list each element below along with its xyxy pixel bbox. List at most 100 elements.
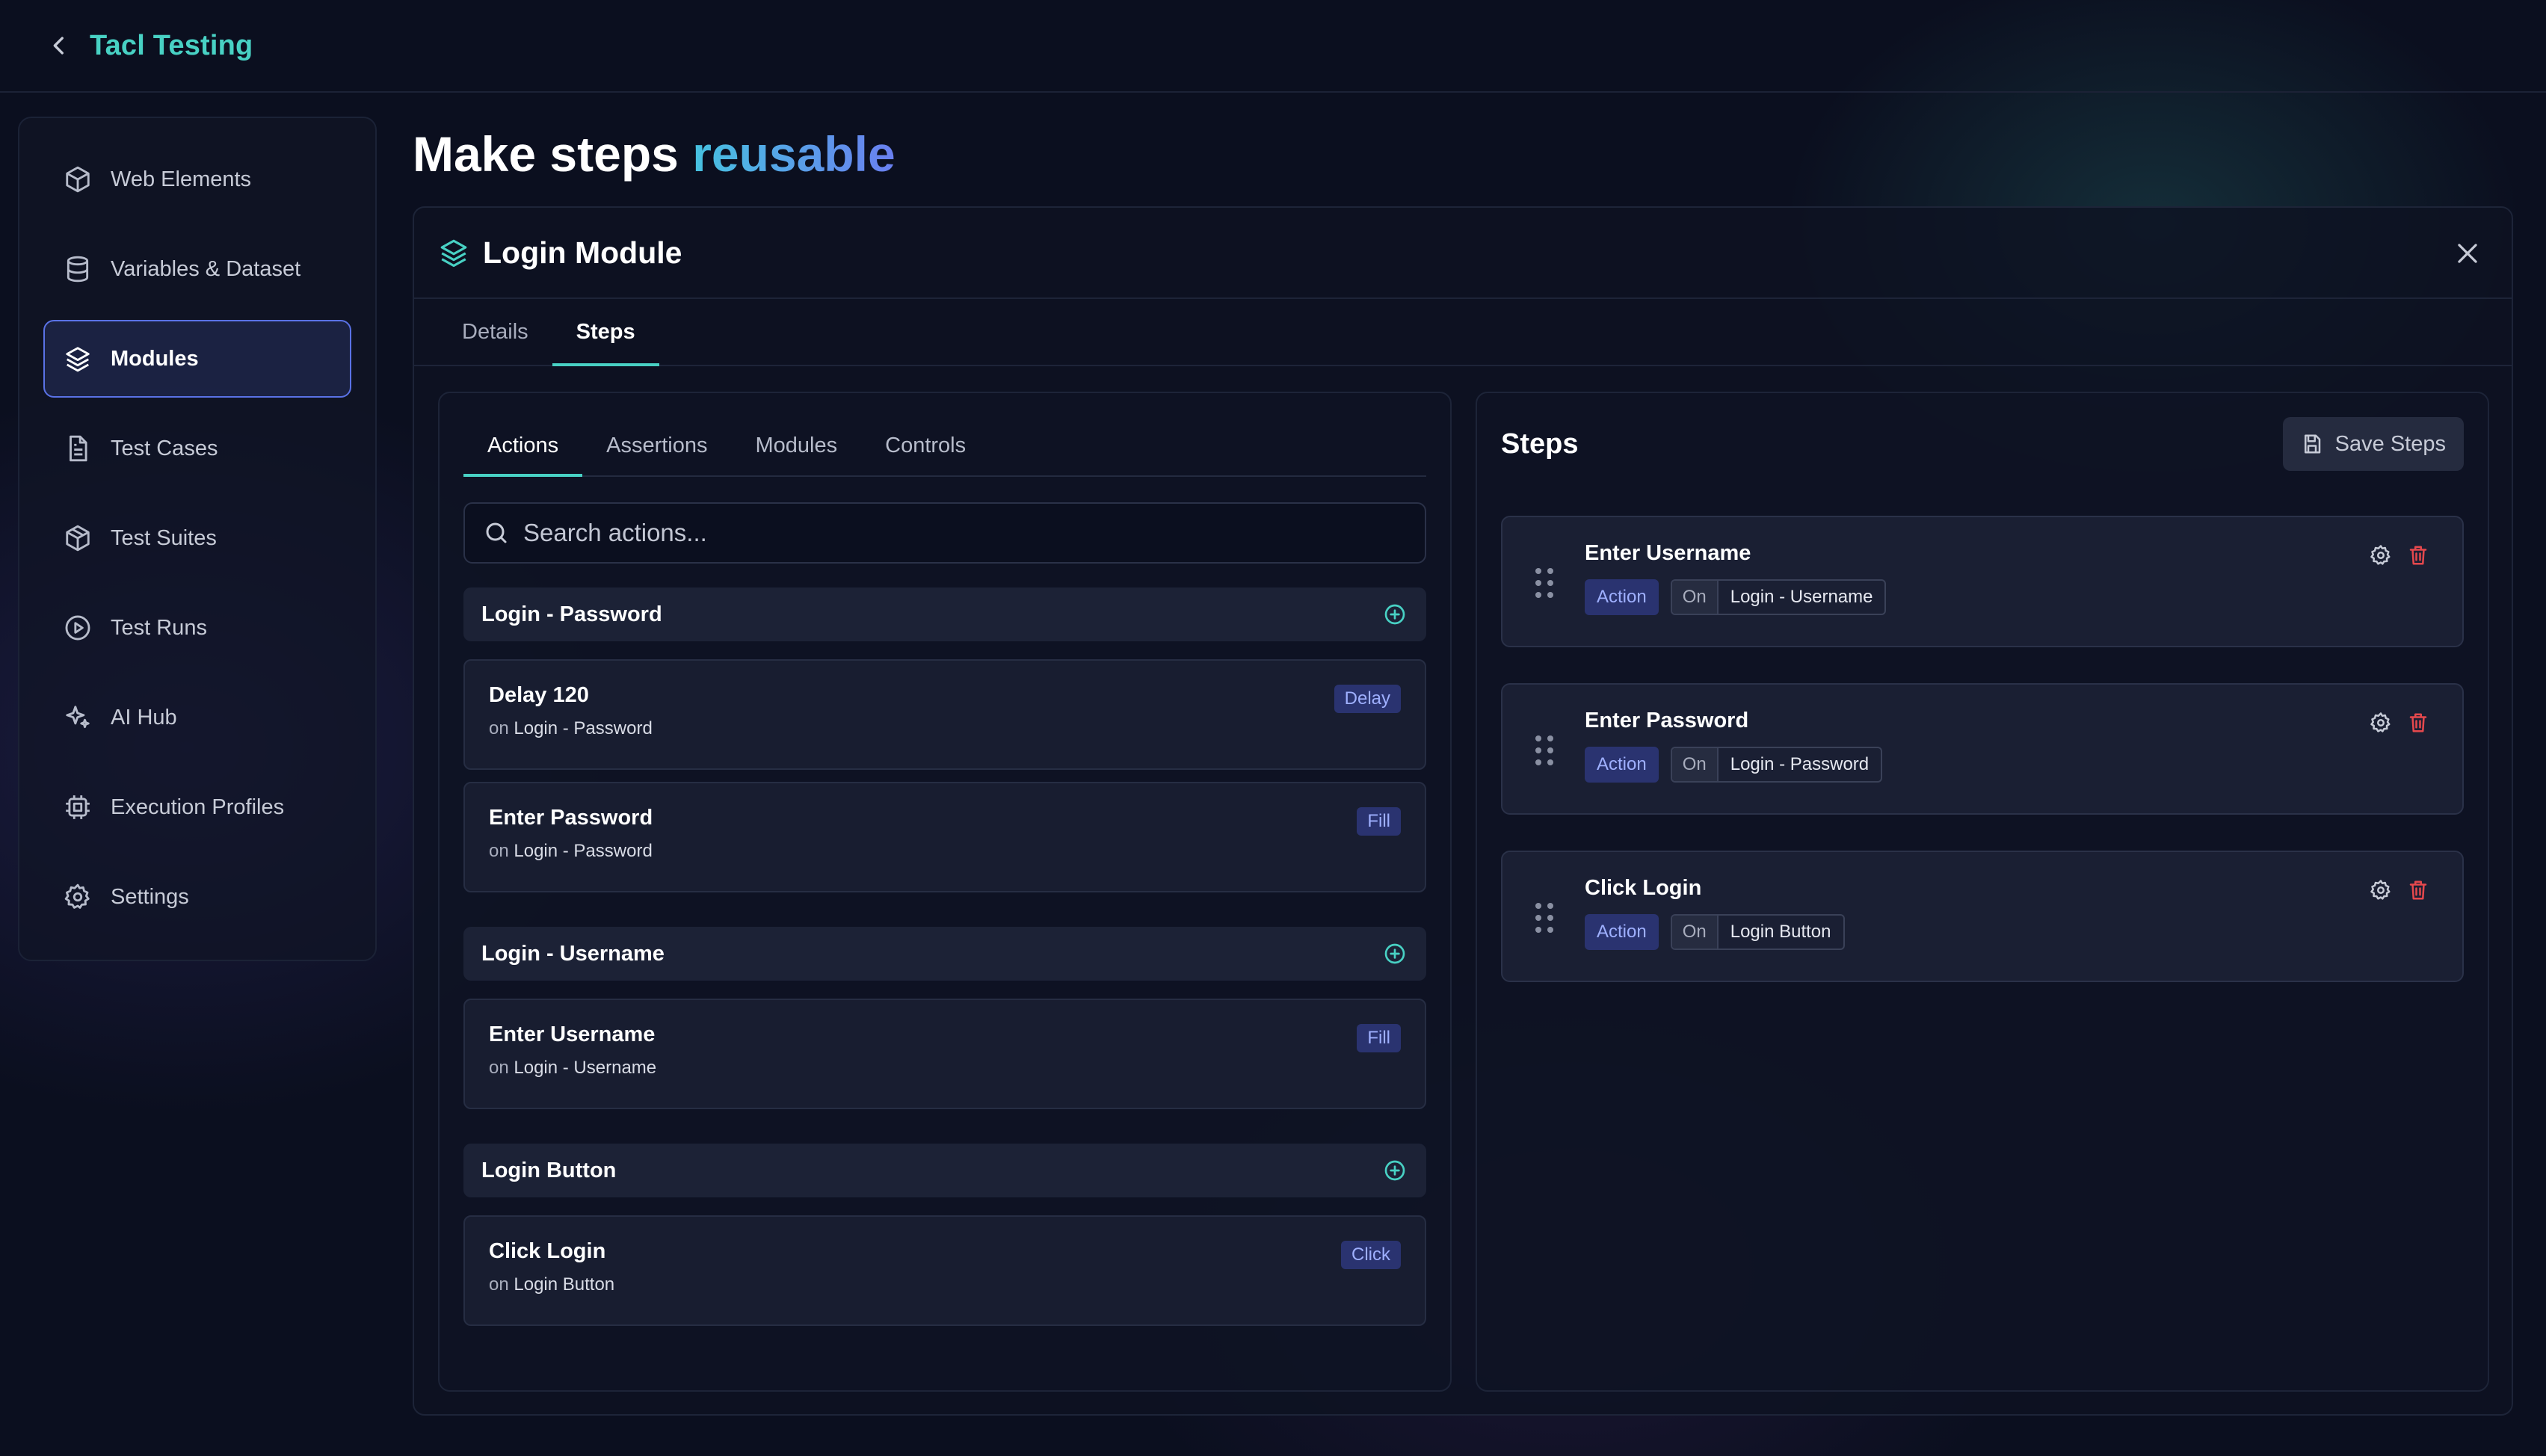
step-card[interactable]: Enter Username Action On Login - Usernam… <box>1501 516 2464 647</box>
sidebar: Web Elements Variables & Dataset Modules… <box>18 117 377 961</box>
action-group-header: Login Button <box>463 1144 1426 1197</box>
action-card[interactable]: Enter Username on Login - Username Fill <box>463 999 1426 1109</box>
action-name: Delay 120 <box>489 683 589 707</box>
sidebar-item-label: Modules <box>111 346 199 371</box>
trash-icon[interactable] <box>2407 544 2429 567</box>
action-target: on Login Button <box>489 1274 1401 1295</box>
action-group-title: Login - Username <box>481 941 665 966</box>
search-box <box>463 502 1426 564</box>
plus-circle-icon[interactable] <box>1383 1158 1408 1183</box>
action-name: Enter Username <box>489 1022 656 1046</box>
gear-icon[interactable] <box>2370 712 2392 734</box>
sparkles-icon <box>63 703 93 732</box>
layers-icon <box>63 344 93 374</box>
action-target-prefix: on <box>489 718 509 738</box>
package-icon <box>63 523 93 553</box>
step-target: Login - Username <box>1730 587 1873 607</box>
step-card[interactable]: Enter Password Action On Login - Passwor… <box>1501 683 2464 815</box>
step-target-pill: On Login - Password <box>1670 747 1883 783</box>
drag-handle-icon[interactable] <box>1534 901 1555 934</box>
step-actions <box>2370 879 2429 901</box>
steps-header: Steps Save Steps <box>1501 416 2464 472</box>
sidebar-item-variables-dataset[interactable]: Variables & Dataset <box>43 230 351 308</box>
action-group-title: Login - Password <box>481 602 662 626</box>
module-panel: Login Module Details Steps Actions Asser… <box>413 206 2513 1416</box>
plus-circle-icon[interactable] <box>1383 941 1408 966</box>
step-on-label: On <box>1671 581 1719 614</box>
sidebar-item-label: Web Elements <box>111 167 252 191</box>
action-type-badge: Fill <box>1357 807 1401 836</box>
sidebar-item-label: Test Cases <box>111 436 218 460</box>
action-name: Click Login <box>489 1239 606 1263</box>
plus-circle-icon[interactable] <box>1383 602 1408 627</box>
sidebar-item-label: Test Suites <box>111 525 217 550</box>
tab-details[interactable]: Details <box>438 299 552 365</box>
search-icon <box>483 519 511 547</box>
save-steps-button[interactable]: Save Steps <box>2282 417 2464 471</box>
action-group-header: Login - Password <box>463 587 1426 641</box>
module-panel-header: Login Module <box>414 208 2512 299</box>
sidebar-item-ai-hub[interactable]: AI Hub <box>43 679 351 756</box>
top-bar: Tacl Testing <box>0 0 2546 93</box>
action-target-prefix: on <box>489 1274 509 1295</box>
action-group-title: Login Button <box>481 1158 617 1182</box>
action-card[interactable]: Enter Password on Login - Password Fill <box>463 782 1426 892</box>
save-steps-label: Save Steps <box>2334 431 2446 456</box>
action-card[interactable]: Delay 120 on Login - Password Delay <box>463 659 1426 770</box>
trash-icon[interactable] <box>2407 712 2429 734</box>
step-kind-badge: Action <box>1585 914 1659 950</box>
app-title[interactable]: Tacl Testing <box>90 30 253 62</box>
tab-steps[interactable]: Steps <box>552 299 659 366</box>
page-title-main: Make steps <box>413 126 693 182</box>
drag-handle-icon[interactable] <box>1534 567 1555 599</box>
chevron-left-icon[interactable] <box>46 32 73 59</box>
step-target-pill: On Login Button <box>1670 914 1845 950</box>
module-title: Login Module <box>483 235 682 270</box>
drag-handle-icon[interactable] <box>1534 734 1555 767</box>
action-library: Actions Assertions Modules Controls Logi… <box>438 392 1452 1392</box>
tab-assertions[interactable]: Assertions <box>582 416 731 475</box>
sidebar-item-label: Variables & Dataset <box>111 256 301 281</box>
tab-actions[interactable]: Actions <box>463 416 583 477</box>
trash-icon[interactable] <box>2407 879 2429 901</box>
cube-icon <box>63 164 93 194</box>
action-target-name: Login Button <box>514 1274 615 1295</box>
step-card[interactable]: Click Login Action On Login Button <box>1501 851 2464 982</box>
action-library-tabs: Actions Assertions Modules Controls <box>463 416 1426 477</box>
sidebar-item-modules[interactable]: Modules <box>43 320 351 398</box>
sidebar-item-test-runs[interactable]: Test Runs <box>43 589 351 667</box>
step-kind-badge: Action <box>1585 747 1659 783</box>
step-on-label: On <box>1671 748 1719 781</box>
steps-panel: Steps Save Steps Enter Username Action O… <box>1476 392 2489 1392</box>
action-target-prefix: on <box>489 841 509 861</box>
module-tabs: Details Steps <box>414 299 2512 366</box>
file-text-icon <box>63 434 93 463</box>
gear-icon[interactable] <box>2370 544 2392 567</box>
sidebar-item-execution-profiles[interactable]: Execution Profiles <box>43 768 351 846</box>
action-target-name: Login - Password <box>514 841 653 861</box>
sidebar-item-label: AI Hub <box>111 705 177 729</box>
save-icon <box>2301 432 2325 456</box>
sidebar-item-test-suites[interactable]: Test Suites <box>43 499 351 577</box>
step-actions <box>2370 712 2429 734</box>
close-icon[interactable] <box>2453 239 2482 268</box>
sidebar-item-test-cases[interactable]: Test Cases <box>43 410 351 487</box>
action-type-badge: Fill <box>1357 1024 1401 1052</box>
step-meta: Action On Login Button <box>1585 914 2462 950</box>
page-title-accent: reusable <box>692 126 896 182</box>
step-target-pill: On Login - Username <box>1670 579 1887 615</box>
steps-title: Steps <box>1501 428 1579 460</box>
tab-modules[interactable]: Modules <box>732 416 862 475</box>
gear-icon[interactable] <box>2370 879 2392 901</box>
action-name: Enter Password <box>489 806 653 830</box>
gear-icon <box>63 882 93 912</box>
action-target: on Login - Password <box>489 718 1401 739</box>
action-target-prefix: on <box>489 1058 509 1078</box>
action-target: on Login - Username <box>489 1058 1401 1079</box>
tab-controls[interactable]: Controls <box>861 416 990 475</box>
sidebar-item-settings[interactable]: Settings <box>43 858 351 936</box>
action-target-name: Login - Username <box>514 1058 657 1078</box>
action-card[interactable]: Click Login on Login Button Click <box>463 1215 1426 1326</box>
sidebar-item-web-elements[interactable]: Web Elements <box>43 141 351 218</box>
search-input[interactable] <box>523 519 1425 547</box>
